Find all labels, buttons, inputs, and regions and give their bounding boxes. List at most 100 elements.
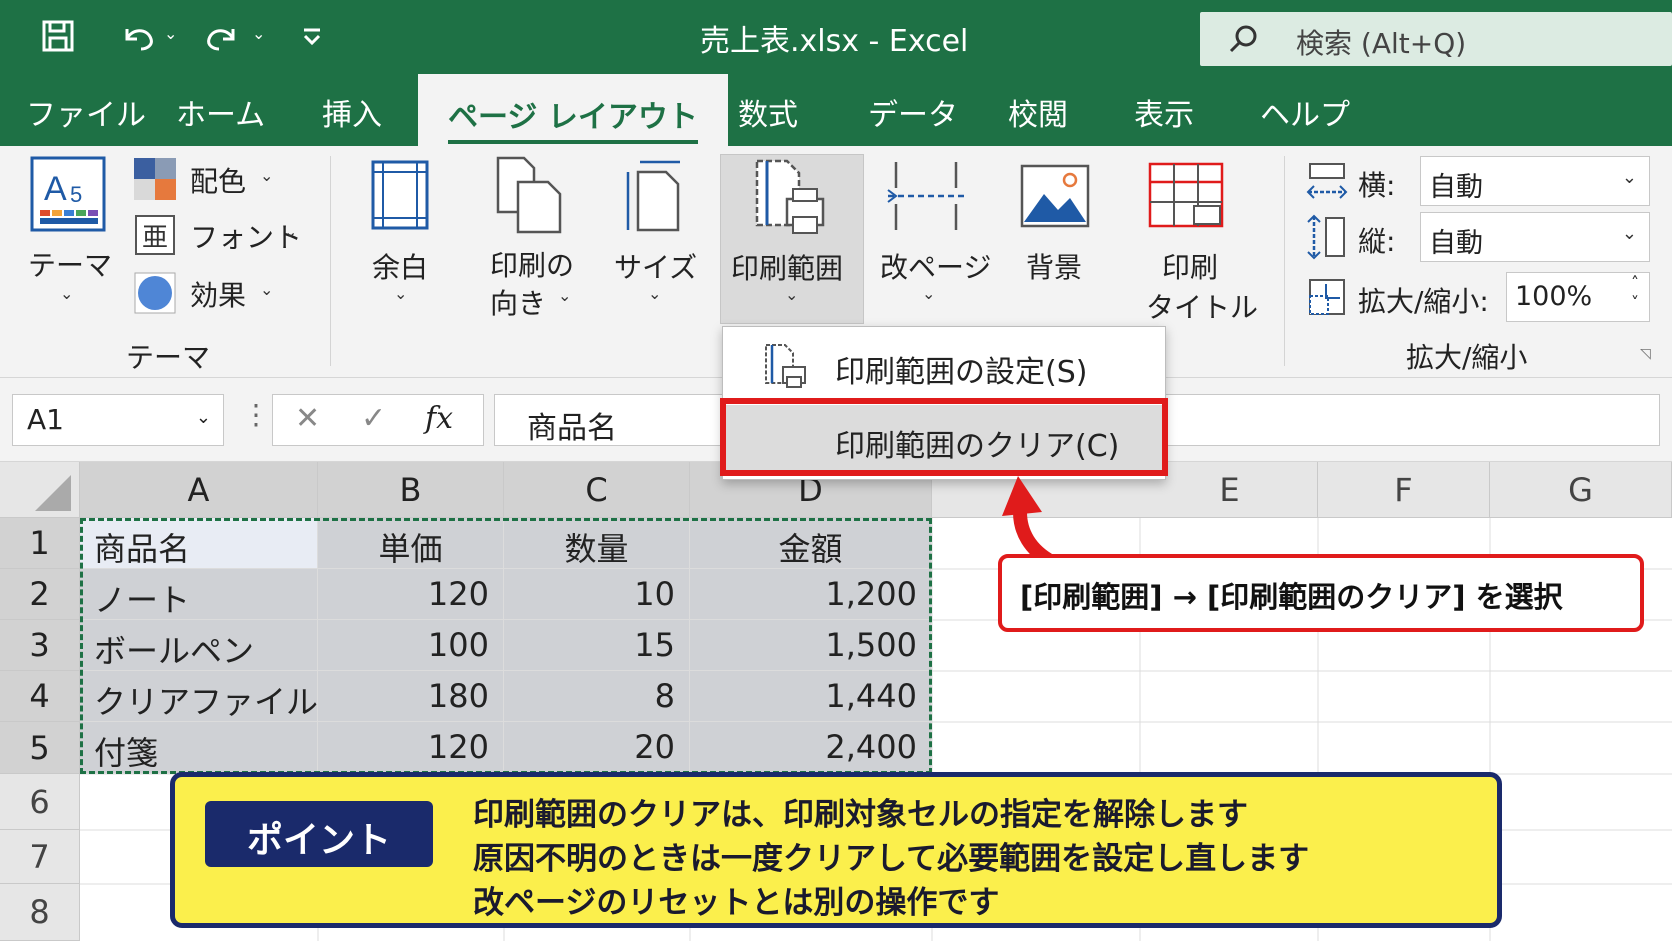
group-separator [330, 156, 331, 366]
row-header-6[interactable]: 6 [0, 774, 80, 830]
tab-view[interactable]: 表示 [1134, 90, 1194, 134]
print-area-button[interactable]: 印刷範囲 ⌄ [720, 154, 864, 324]
tab-formulas[interactable]: 数式 [738, 90, 798, 134]
row-header-2[interactable]: 2 [0, 569, 80, 620]
customize-qat-icon[interactable] [290, 14, 334, 58]
cell-c1[interactable]: 数量 [504, 518, 690, 569]
cell-a5[interactable]: 付箋 [80, 722, 318, 774]
row-header-1[interactable]: 1 [0, 518, 80, 569]
scale-label: 拡大/縮小: [1358, 285, 1489, 318]
background-button[interactable]: 背景 [1010, 158, 1100, 318]
fonts-button[interactable]: 亜 フォント ⌄ [134, 214, 304, 260]
cell-c4[interactable]: 8 [504, 671, 690, 722]
themes-label: テーマ [28, 249, 113, 282]
margins-button[interactable]: 余白 ⌄ [360, 160, 440, 320]
column-header-g[interactable]: G [1490, 462, 1672, 518]
cell-d4[interactable]: 1,440 [690, 671, 932, 722]
cell-c5[interactable]: 20 [504, 722, 690, 774]
cell-b1[interactable]: 単価 [318, 518, 504, 569]
cancel-icon[interactable]: ✕ [295, 401, 320, 436]
cell-d1[interactable]: 金額 [690, 518, 932, 569]
cell-a4[interactable]: クリアファイル [80, 671, 318, 722]
width-select[interactable]: 自動 ⌄ [1420, 156, 1650, 206]
tab-file[interactable]: ファイル [26, 90, 146, 134]
cell-a2[interactable]: ノート [80, 569, 318, 620]
point-line-2: 原因不明のときは一度クリアして必要範囲を設定し直します [473, 841, 1310, 877]
redo-dropdown-icon[interactable]: ⌄ [252, 24, 265, 43]
row-header-4[interactable]: 4 [0, 671, 80, 722]
margins-icon [371, 160, 429, 230]
print-area-dropdown-icon: ⌄ [785, 285, 799, 304]
colors-button[interactable]: 配色 ⌄ [134, 158, 294, 204]
undo-icon[interactable] [116, 14, 160, 58]
spin-down-icon[interactable]: ˅ [1631, 293, 1639, 312]
cell-c2[interactable]: 10 [504, 569, 690, 620]
search-box[interactable]: 検索 (Alt+Q) [1200, 12, 1672, 66]
width-icon [1306, 163, 1348, 199]
height-value: 自動 [1429, 228, 1483, 259]
undo-dropdown-icon[interactable]: ⌄ [164, 24, 177, 43]
menu-item-clear-print-area[interactable]: 印刷範囲のクリア(C) [723, 405, 1167, 475]
row-header-5[interactable]: 5 [0, 722, 80, 774]
height-select[interactable]: 自動 ⌄ [1420, 212, 1650, 262]
cell-d3[interactable]: 1,500 [690, 620, 932, 671]
select-all-triangle-icon [35, 475, 71, 511]
width-label: 横: [1358, 169, 1396, 202]
column-header-f[interactable]: F [1318, 462, 1490, 518]
themes-dropdown-icon: ⌄ [60, 284, 74, 303]
cell-d5[interactable]: 2,400 [690, 722, 932, 774]
tab-review[interactable]: 校閲 [1008, 90, 1068, 134]
row-header-7[interactable]: 7 [0, 830, 80, 884]
redo-icon[interactable] [200, 14, 244, 58]
orientation-dropdown-icon: ⌄ [558, 286, 572, 305]
breaks-button[interactable]: 改ページ ⌄ [872, 158, 991, 318]
orientation-button[interactable]: 印刷の 向き ⌄ [480, 156, 590, 326]
save-icon[interactable] [36, 14, 80, 58]
name-box[interactable]: A1 ⌄ [12, 394, 224, 446]
cell-b4[interactable]: 180 [318, 671, 504, 722]
width-value: 自動 [1429, 172, 1483, 203]
tab-page-layout[interactable]: ページ レイアウト [418, 74, 728, 146]
spin-up-icon[interactable]: ˄ [1631, 273, 1639, 292]
themes-button[interactable]: A 5 テーマ ⌄ [22, 156, 112, 316]
dialog-launcher-icon[interactable]: ◹ [1640, 346, 1651, 362]
cell-b5[interactable]: 120 [318, 722, 504, 774]
print-area-icon [755, 159, 825, 234]
enter-icon[interactable]: ✓ [361, 401, 386, 436]
select-all-button[interactable] [0, 462, 80, 518]
cell-c3[interactable]: 15 [504, 620, 690, 671]
menu-item-set-print-area[interactable]: 印刷範囲の設定(S) [723, 331, 1167, 401]
scale-spinner[interactable]: 100% ˄ ˅ [1506, 272, 1650, 322]
width-chevron-down-icon: ⌄ [1621, 167, 1637, 188]
cell-b2[interactable]: 120 [318, 569, 504, 620]
column-header-b[interactable]: B [318, 462, 504, 518]
point-box: ポイント 印刷範囲のクリアは、印刷対象セルの指定を解除します 原因不明のときは一… [170, 772, 1502, 928]
point-line-1: 印刷範囲のクリアは、印刷対象セルの指定を解除します [473, 797, 1248, 833]
tab-data[interactable]: データ [868, 90, 958, 134]
menu-item-clear-print-area-label: 印刷範囲のクリア(C) [835, 429, 1120, 464]
margins-dropdown-icon: ⌄ [394, 284, 408, 303]
active-tab-underline [448, 140, 698, 144]
cell-a3[interactable]: ボールペン [80, 620, 318, 671]
column-header-a[interactable]: A [80, 462, 318, 518]
more-options-icon[interactable]: ⋮ [242, 398, 270, 431]
cell-a1[interactable]: 商品名 [80, 518, 318, 569]
size-button[interactable]: サイズ ⌄ [610, 158, 700, 318]
orientation-label-line2: 向き [490, 287, 547, 320]
tab-home[interactable]: ホーム [176, 90, 265, 134]
point-badge: ポイント [205, 801, 433, 867]
fonts-icon: 亜 [135, 215, 175, 255]
svg-text:5: 5 [70, 182, 82, 207]
print-titles-button[interactable]: 印刷 タイトル [1134, 158, 1258, 328]
row-header-8[interactable]: 8 [0, 884, 80, 941]
column-header-c[interactable]: C [504, 462, 690, 518]
cell-b3[interactable]: 100 [318, 620, 504, 671]
effects-button[interactable]: 効果 ⌄ [134, 272, 294, 318]
row-header-3[interactable]: 3 [0, 620, 80, 671]
scale-value: 100% [1515, 281, 1593, 312]
insert-function-icon[interactable]: fx [425, 401, 453, 436]
cell-d2[interactable]: 1,200 [690, 569, 932, 620]
fonts-dropdown-icon: ⌄ [284, 222, 298, 241]
tab-insert[interactable]: 挿入 [322, 90, 382, 134]
tab-help[interactable]: ヘルプ [1260, 90, 1350, 134]
